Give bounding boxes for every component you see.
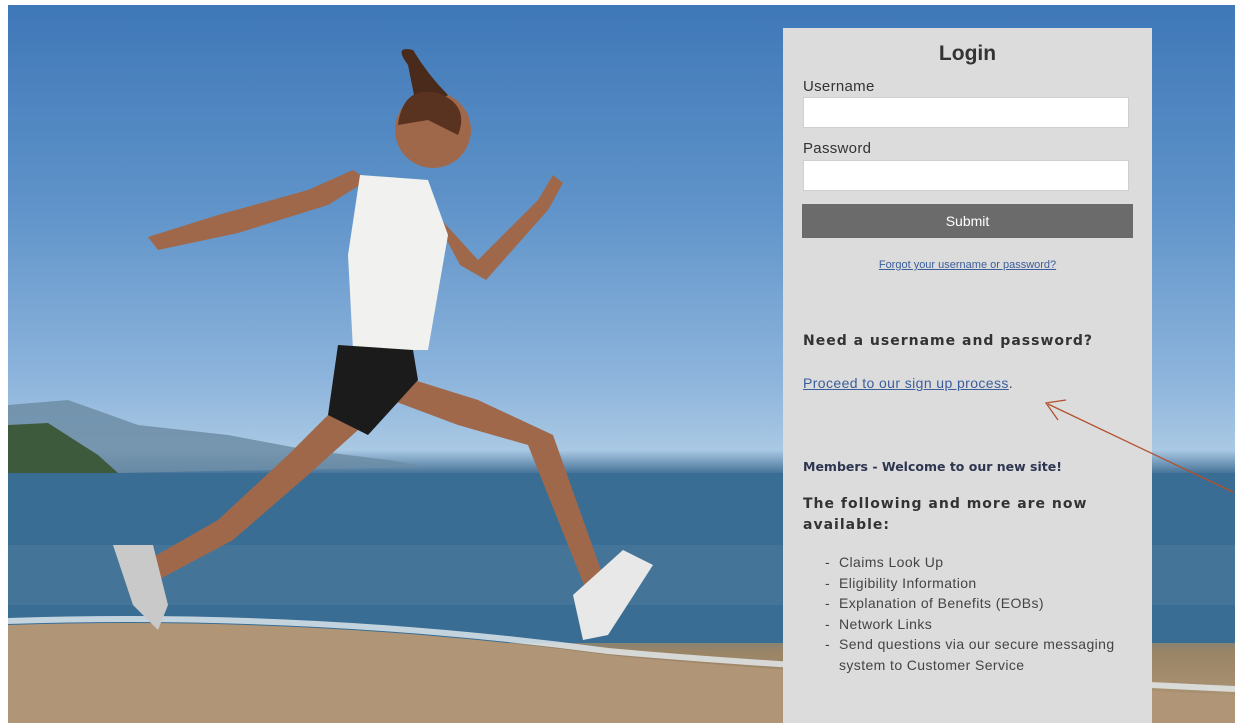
password-label: Password bbox=[803, 140, 872, 157]
submit-button[interactable]: Submit bbox=[802, 204, 1133, 238]
signup-link-suffix: . bbox=[1008, 375, 1014, 391]
features-heading: The following and more are now available… bbox=[803, 496, 1088, 533]
signup-heading: Need a username and password? bbox=[803, 333, 1094, 349]
members-welcome: Members - Welcome to our new site! bbox=[803, 459, 1062, 474]
signup-link[interactable]: Proceed to our sign up process bbox=[803, 375, 1009, 391]
login-title: Login bbox=[938, 42, 997, 65]
features-list: Claims Look Up Eligibility Information E… bbox=[825, 552, 1125, 675]
feature-item: Explanation of Benefits (EOBs) bbox=[825, 593, 1125, 614]
signup-line: Proceed to our sign up process. bbox=[803, 375, 1013, 391]
password-input[interactable] bbox=[803, 160, 1129, 191]
forgot-credentials-link[interactable]: Forgot your username or password? bbox=[783, 259, 1152, 271]
feature-item: Send questions via our secure messaging … bbox=[825, 634, 1125, 675]
username-label: Username bbox=[803, 78, 875, 95]
login-panel: Login Username Password Submit Forgot yo… bbox=[783, 28, 1152, 723]
feature-item: Network Links bbox=[825, 614, 1125, 635]
feature-item: Claims Look Up bbox=[825, 552, 1125, 573]
username-input[interactable] bbox=[803, 97, 1129, 128]
feature-item: Eligibility Information bbox=[825, 573, 1125, 594]
